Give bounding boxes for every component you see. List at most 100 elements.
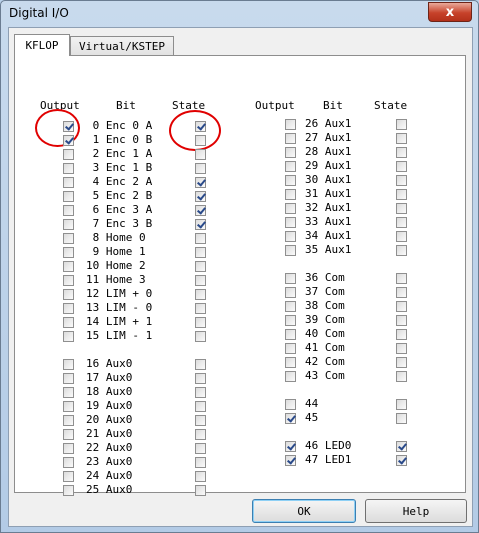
output-checkbox[interactable] — [63, 359, 74, 370]
bit-label: 40 Com — [305, 327, 345, 340]
bit-label: 41 Com — [305, 341, 345, 354]
bit-label: 17 Aux0 — [86, 371, 133, 384]
output-checkbox[interactable] — [63, 191, 74, 202]
bit-label: 24 Aux0 — [86, 469, 133, 482]
help-button[interactable]: Help — [365, 499, 467, 523]
output-checkbox[interactable] — [63, 219, 74, 230]
state-checkbox — [195, 135, 206, 146]
output-checkbox[interactable] — [63, 457, 74, 468]
output-checkbox[interactable] — [285, 147, 296, 158]
output-checkbox[interactable] — [285, 273, 296, 284]
output-checkbox[interactable] — [285, 343, 296, 354]
state-checkbox — [195, 149, 206, 160]
close-button[interactable]: x — [428, 2, 472, 22]
output-checkbox[interactable] — [63, 331, 74, 342]
output-checkbox[interactable] — [285, 217, 296, 228]
state-checkbox — [195, 457, 206, 468]
tab-virtual-kstep[interactable]: Virtual/KSTEP — [70, 36, 174, 56]
state-checkbox — [195, 401, 206, 412]
bit-label: 38 Com — [305, 299, 345, 312]
output-checkbox[interactable] — [285, 399, 296, 410]
output-checkbox[interactable] — [63, 247, 74, 258]
output-checkbox[interactable] — [285, 119, 296, 130]
state-checkbox — [396, 175, 407, 186]
output-checkbox[interactable] — [63, 415, 74, 426]
output-checkbox[interactable] — [63, 303, 74, 314]
state-checkbox — [195, 191, 206, 202]
bit-label: 25 Aux0 — [86, 483, 133, 496]
output-checkbox[interactable] — [63, 485, 74, 496]
output-checkbox[interactable] — [63, 373, 74, 384]
output-checkbox[interactable] — [285, 301, 296, 312]
output-checkbox[interactable] — [63, 387, 74, 398]
output-checkbox[interactable] — [285, 455, 296, 466]
bit-label: 21 Aux0 — [86, 427, 133, 440]
ok-button-label: OK — [297, 504, 311, 518]
bit-label: 8 Home 0 — [86, 231, 146, 244]
state-checkbox — [396, 231, 407, 242]
bit-label: 1 Enc 0 B — [86, 133, 153, 146]
state-checkbox — [396, 189, 407, 200]
tab-kflop-label: KFLOP — [25, 39, 59, 52]
output-checkbox[interactable] — [63, 429, 74, 440]
output-checkbox[interactable] — [285, 357, 296, 368]
output-checkbox[interactable] — [285, 175, 296, 186]
bit-label: 42 Com — [305, 355, 345, 368]
state-checkbox — [195, 247, 206, 258]
output-checkbox[interactable] — [63, 261, 74, 272]
output-checkbox[interactable] — [285, 189, 296, 200]
output-checkbox[interactable] — [63, 177, 74, 188]
title-bar[interactable]: Digital I/O x — [1, 1, 478, 27]
bit-label: 46 LED0 — [305, 439, 352, 452]
bit-label: 0 Enc 0 A — [86, 119, 153, 132]
state-checkbox — [396, 245, 407, 256]
output-checkbox[interactable] — [285, 203, 296, 214]
state-checkbox — [396, 441, 407, 452]
output-checkbox[interactable] — [285, 315, 296, 326]
output-checkbox[interactable] — [63, 233, 74, 244]
output-checkbox[interactable] — [63, 289, 74, 300]
bit-label: 43 Com — [305, 369, 345, 382]
output-checkbox[interactable] — [63, 275, 74, 286]
output-checkbox[interactable] — [285, 287, 296, 298]
state-checkbox — [396, 371, 407, 382]
output-checkbox[interactable] — [63, 149, 74, 160]
state-checkbox — [195, 233, 206, 244]
bit-label: 16 Aux0 — [86, 357, 133, 370]
bit-label: 19 Aux0 — [86, 399, 133, 412]
output-checkbox[interactable] — [63, 443, 74, 454]
bit-label: 2 Enc 1 A — [86, 147, 153, 160]
bit-label: 20 Aux0 — [86, 413, 133, 426]
output-checkbox[interactable] — [285, 231, 296, 242]
state-checkbox — [396, 273, 407, 284]
state-checkbox — [396, 399, 407, 410]
output-checkbox[interactable] — [63, 401, 74, 412]
state-checkbox — [396, 315, 407, 326]
bit-label: 7 Enc 3 B — [86, 217, 153, 230]
state-checkbox — [195, 177, 206, 188]
output-checkbox[interactable] — [63, 205, 74, 216]
bit-label: 28 Aux1 — [305, 145, 352, 158]
output-checkbox[interactable] — [285, 245, 296, 256]
output-checkbox[interactable] — [285, 371, 296, 382]
bit-label: 14 LIM + 1 — [86, 315, 153, 328]
tab-kflop[interactable]: KFLOP — [14, 34, 70, 56]
bit-label: 18 Aux0 — [86, 385, 133, 398]
state-checkbox — [396, 455, 407, 466]
output-checkbox[interactable] — [285, 329, 296, 340]
bit-label: 4 Enc 2 A — [86, 175, 153, 188]
output-checkbox[interactable] — [63, 121, 74, 132]
output-checkbox[interactable] — [63, 135, 74, 146]
output-checkbox[interactable] — [285, 161, 296, 172]
state-checkbox — [396, 301, 407, 312]
output-checkbox[interactable] — [63, 317, 74, 328]
output-checkbox[interactable] — [285, 413, 296, 424]
state-checkbox — [396, 329, 407, 340]
output-checkbox[interactable] — [285, 133, 296, 144]
output-checkbox[interactable] — [63, 163, 74, 174]
output-checkbox[interactable] — [285, 441, 296, 452]
bit-label: 22 Aux0 — [86, 441, 133, 454]
state-checkbox — [195, 471, 206, 482]
ok-button[interactable]: OK — [252, 499, 356, 523]
output-checkbox[interactable] — [63, 471, 74, 482]
